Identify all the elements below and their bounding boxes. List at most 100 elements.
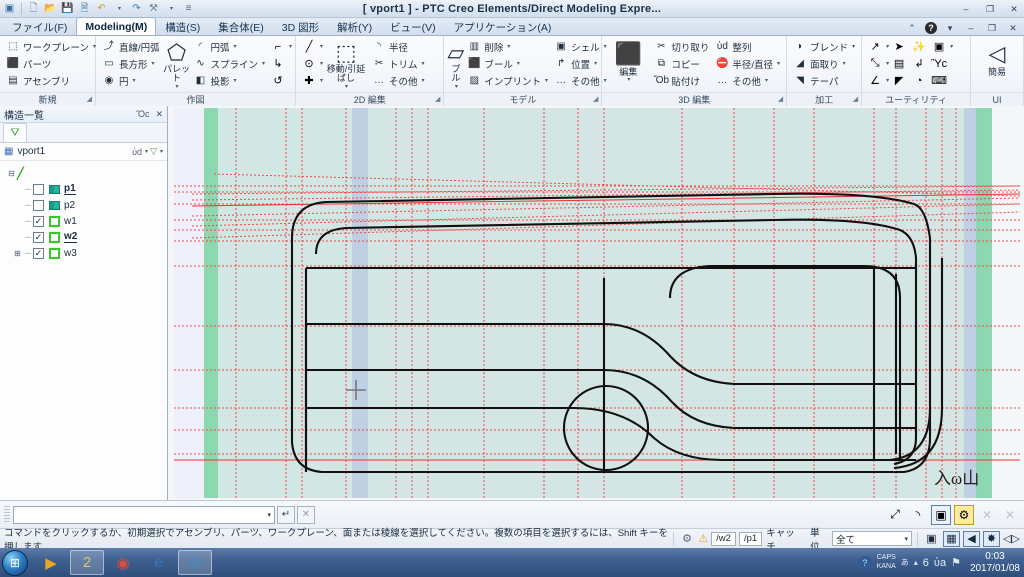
settings-icon[interactable]: ⚙ — [954, 505, 974, 525]
dialog-launcher-icon[interactable]: ◢ — [435, 95, 440, 103]
filter-icon[interactable]: ▽ — [150, 146, 157, 157]
ribbon-command-1-col1-1[interactable]: ▭ 長方形 ▾ — [99, 55, 163, 72]
tree-node-w1[interactable]: ─ ✓ w1 — [6, 213, 167, 229]
ribbon-command-1-col2-2[interactable]: ◧ 投影 ▾ — [190, 72, 268, 89]
ribbon-big-button-3[interactable]: ▱ プル ▾ — [447, 38, 464, 90]
qat-overflow-icon[interactable]: ≡ — [181, 1, 196, 16]
tree-node-w3[interactable]: ⊞ ─ ✓ w3 — [6, 245, 167, 261]
ime-status[interactable]: CAPS KANA — [877, 554, 896, 570]
customize-qat-icon[interactable]: ⚒ — [146, 1, 161, 16]
command-input[interactable]: ▾ — [13, 506, 275, 524]
ribbon-command-3-col3-0[interactable]: ▣ シェル ▾ — [551, 38, 610, 55]
ribbon-command-4-col2-0[interactable]: ✂ 切り取り — [651, 38, 712, 55]
ribbon-command-3-col3-1[interactable]: ↱ 位置 ▾ — [551, 55, 610, 72]
ribbon-command-1-col1-0[interactable]: ⤴ 直線/円弧 — [99, 38, 163, 55]
ribbon-utility-icon-1-3[interactable]: Ὓc — [929, 55, 949, 72]
maximize-button[interactable]: ❐ — [982, 4, 998, 15]
arc-tool-icon[interactable]: ◝ — [908, 505, 928, 525]
network-icon[interactable]: ὏6 — [923, 557, 929, 569]
cad-canvas[interactable]: ⼊ω⼭ — [174, 108, 1020, 498]
chevron-down-icon[interactable]: ▾ — [852, 43, 855, 50]
show-hidden-icons-icon[interactable]: ▴ — [914, 558, 918, 567]
dialog-launcher-icon[interactable]: ◢ — [778, 95, 783, 103]
mdi-minimize-button[interactable]: – — [963, 23, 979, 33]
print-preview-icon[interactable]: 🗎 — [77, 1, 92, 16]
chevron-down-icon[interactable]: ▾ — [777, 60, 780, 67]
undo-icon[interactable]: ↶ — [94, 1, 109, 16]
command-history-caret-icon[interactable]: ▾ — [267, 511, 271, 519]
tree-node-checkbox[interactable]: ✓ — [33, 216, 44, 227]
chevron-down-icon[interactable]: ▾ — [422, 77, 425, 84]
clock[interactable]: 0:03 2017/01/08 — [966, 551, 1020, 575]
tree-node-checkbox[interactable] — [33, 184, 44, 195]
flag-icon[interactable]: ⚑ — [951, 556, 961, 569]
command-enter-button[interactable]: ↵ — [277, 506, 295, 524]
ribbon-utility-icon-0-2[interactable]: ✨ — [909, 38, 929, 55]
chevron-down-icon[interactable]: ▾ — [152, 60, 155, 67]
action-center-icon[interactable]: ? — [858, 556, 872, 570]
zoom-fit-icon[interactable]: ⤢ — [885, 505, 905, 525]
volume-icon[interactable]: ὐa — [934, 557, 946, 569]
ribbon-command-0-items-2[interactable]: ▤ アセンブリ — [3, 72, 99, 89]
taskbar-item-internet-explorer[interactable]: ℮ — [142, 550, 176, 575]
ribbon-command-5-col1-2[interactable]: ◥ テーパ — [790, 72, 858, 89]
ribbon-big-button-7[interactable]: ◁ 簡易 — [974, 38, 1020, 90]
chevron-down-icon[interactable]: ▾ — [422, 60, 425, 67]
close-icon[interactable]: ✕ — [155, 109, 163, 120]
tree-root[interactable]: ⊟ ╱ — [6, 165, 167, 181]
ribbon-command-4-col2-1[interactable]: ⧉ コピー — [651, 55, 712, 72]
active-part-indicator[interactable]: /p1 — [739, 532, 762, 546]
chevron-down-icon[interactable]: ▾ — [233, 43, 236, 50]
ribbon-command-2-col2-2[interactable]: … その他 ▾ — [369, 72, 428, 89]
tree-node-p1[interactable]: ─ p1 — [6, 181, 167, 197]
ribbon-command-4-col3-1[interactable]: ⛔ 半径/直径 ▾ — [712, 55, 783, 72]
mdi-close-button[interactable]: ✕ — [1005, 23, 1021, 34]
find-icon[interactable]: ὐd — [132, 147, 142, 157]
ribbon-utility-icon-0-3[interactable]: ▣ — [929, 38, 949, 55]
chevron-down-icon[interactable]: ▾ — [345, 84, 348, 90]
chevron-down-icon[interactable]: ▾ — [233, 77, 236, 84]
minimize-button[interactable]: – — [958, 4, 974, 14]
tab-7[interactable]: アプリケーション(A) — [445, 18, 561, 35]
viewport-row[interactable]: ▦ vport1 ὐd ▾ ▽ ▾ — [0, 143, 167, 161]
tree-node-p2[interactable]: ─ p2 — [6, 197, 167, 213]
tab-4[interactable]: 3D 図形 — [273, 18, 328, 35]
active-workplane-indicator[interactable]: /w2 — [711, 532, 736, 546]
collapse-ribbon-icon[interactable]: ⌃ — [904, 23, 920, 34]
undo-caret-icon[interactable]: ▾ — [112, 1, 127, 16]
prev-view-icon[interactable]: ◀ — [963, 531, 980, 547]
close-x2-icon[interactable]: ✕ — [1000, 505, 1020, 525]
ribbon-utility-icon-0-0[interactable]: ↗ — [865, 38, 885, 55]
open-icon[interactable]: 📂 — [43, 1, 58, 16]
ribbon-command-1-col3-1[interactable]: ↳ — [268, 55, 292, 72]
ribbon-command-1-col2-1[interactable]: ∿ スプライン ▾ — [190, 55, 268, 72]
taskbar-item-file-explorer[interactable]: ὜2 — [70, 550, 104, 575]
filter-caret-icon[interactable]: ▾ — [160, 148, 163, 155]
ribbon-command-4-col3-2[interactable]: … その他 ▾ — [712, 72, 783, 89]
ribbon-utility-icon-2-2[interactable]: ◔ — [909, 72, 929, 89]
tree-expander[interactable]: ⊟ — [6, 169, 17, 178]
tree-node-checkbox[interactable]: ✓ — [33, 232, 44, 243]
ribbon-utility-icon-0-1[interactable]: ➤ — [889, 38, 909, 55]
tab-6[interactable]: ビュー(V) — [381, 18, 445, 35]
taskbar-item-media-player[interactable]: ▶ — [34, 550, 68, 575]
chevron-down-icon[interactable]: ▾ — [133, 77, 136, 84]
command-cancel-button[interactable]: ✕ — [297, 506, 315, 524]
ribbon-command-2-col0-2[interactable]: ✚ ▾ — [299, 72, 323, 89]
new-icon[interactable]: 🗋 — [26, 1, 41, 16]
redo-icon[interactable]: ↷ — [129, 1, 144, 16]
close-button[interactable]: ✕ — [1006, 4, 1022, 15]
ribbon-utility-icon-2-0[interactable]: ∠ — [865, 72, 885, 89]
chevron-down-icon[interactable]: ▾ — [545, 77, 548, 84]
chevron-down-icon[interactable]: ▾ — [507, 43, 510, 50]
chevron-down-icon[interactable]: ▾ — [765, 77, 768, 84]
taskbar-item-google-chrome[interactable]: ◉ — [106, 550, 140, 575]
help-icon[interactable]: ? — [925, 22, 937, 34]
save-icon[interactable]: 💾 — [60, 1, 75, 16]
tree-expander-icon[interactable]: ⊞ — [12, 249, 23, 258]
pin-icon[interactable]: Ὄc — [136, 109, 149, 120]
chevron-down-icon[interactable]: ▾ — [176, 84, 179, 90]
dialog-launcher-icon[interactable]: ◢ — [87, 95, 92, 103]
ribbon-command-3-col3-2[interactable]: … その他 ▾ — [551, 72, 610, 89]
ribbon-command-4-col3-0[interactable]: ὐd 整列 — [712, 38, 783, 55]
